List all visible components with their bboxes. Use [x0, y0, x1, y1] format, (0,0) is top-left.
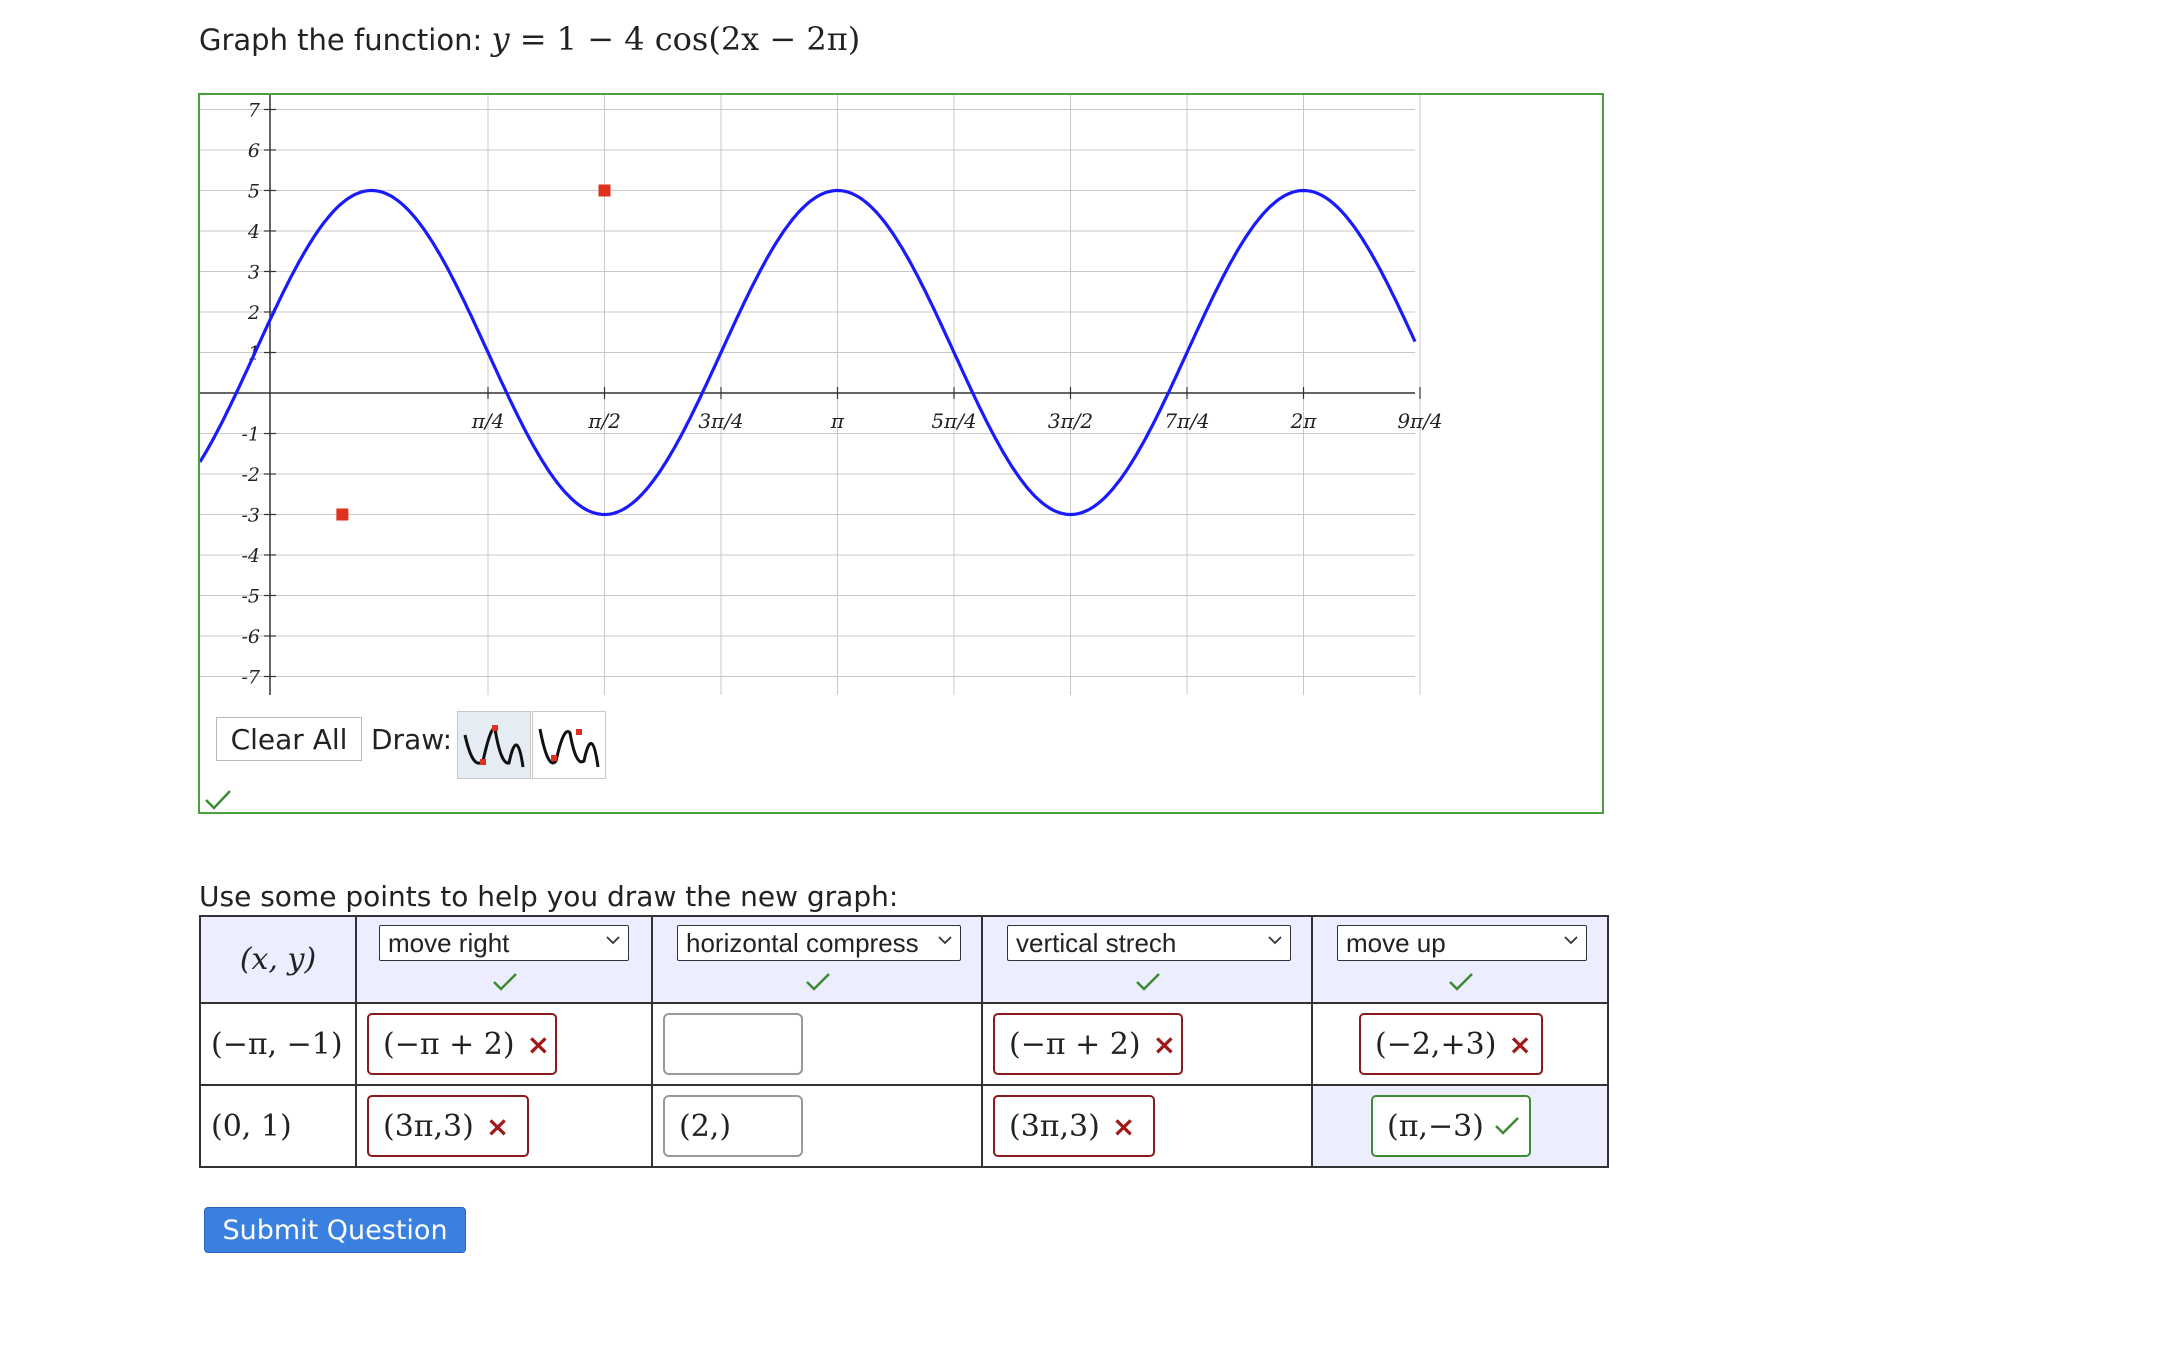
answer-input[interactable]: (2,) — [663, 1095, 803, 1157]
xy-value: (−π, −1) — [211, 1026, 343, 1062]
answer-value: (−2,+3) — [1375, 1026, 1497, 1062]
y-tick-label: -2 — [241, 464, 260, 486]
answer-input[interactable]: (−2,+3) × — [1359, 1013, 1543, 1075]
y-tick-label: -3 — [241, 505, 260, 527]
column-header: move right — [355, 915, 653, 1004]
column-header: move up — [1311, 915, 1609, 1004]
answer-value: (3π,3) — [383, 1108, 474, 1144]
incorrect-x-icon: × — [1508, 1027, 1532, 1061]
transformation-table: (x, y) move right horizontal compress ve… — [199, 915, 1609, 1168]
draw-tool-sine-button[interactable] — [457, 711, 531, 779]
table-row: (0, 1) (3π,3) × (2,) (3π,3) × (π,−3) — [199, 1084, 1609, 1168]
y-tick-label: -6 — [241, 626, 260, 648]
graph-panel: 7 6 5 4 3 2 1 -1 -2 -3 -4 -5 -6 -7 π/4 π/2 3π/4 π 5π/4 3π/2… — [198, 93, 1604, 814]
incorrect-x-icon: × — [485, 1109, 510, 1143]
y-tick-label: -1 — [241, 424, 260, 446]
clear-all-button[interactable]: Clear All — [216, 717, 362, 761]
answer-cell: (π,−3) — [1311, 1084, 1609, 1168]
chevron-down-icon — [606, 936, 620, 945]
equation-rhs: = 1 − 4 cos(2x − 2π) — [519, 20, 861, 58]
column-header: horizontal compress — [651, 915, 983, 1004]
column-header: vertical strech — [981, 915, 1313, 1004]
xy-cell: (0, 1) — [199, 1084, 357, 1168]
answer-input[interactable]: (3π,3) × — [367, 1095, 529, 1157]
problem-statement: Graph the function: y = 1 − 4 cos(2x − 2… — [199, 20, 860, 58]
y-tick-label: -5 — [241, 586, 260, 608]
table-row: (−π, −1) (−π + 2) × (−π + 2) × (−2,+3) × — [199, 1002, 1609, 1086]
transform-select-3[interactable]: vertical strech — [1007, 925, 1291, 961]
x-tick-label: 5π/4 — [931, 409, 976, 433]
answer-cell: (−2,+3) × — [1311, 1002, 1609, 1086]
answer-value: (−π + 2) — [383, 1026, 515, 1062]
answer-value: (3π,3) — [1009, 1108, 1100, 1144]
correct-check-icon — [806, 973, 830, 991]
select-value: vertical strech — [1016, 927, 1177, 958]
answer-input[interactable] — [663, 1013, 803, 1075]
x-tick-label: 3π/2 — [1048, 409, 1093, 433]
answer-value: (2,) — [679, 1108, 732, 1144]
transform-select-2[interactable]: horizontal compress — [677, 925, 961, 961]
draw-label: Draw: — [371, 723, 453, 756]
correct-check-icon — [493, 973, 517, 991]
graph-canvas[interactable]: 7654321-1-2-3-4-5-6-7π/4 π/2 3π/4 π 5π/4 3π/2… — [200, 95, 1604, 814]
x-tick-label: 9π/4 — [1397, 409, 1442, 433]
answer-cell — [651, 1002, 983, 1086]
sine-wave-icon — [463, 725, 525, 768]
answer-input[interactable]: (−π + 2) × — [993, 1013, 1183, 1075]
incorrect-x-icon: × — [1111, 1109, 1136, 1143]
x-tick-label: 3π/4 — [698, 409, 743, 433]
select-value: horizontal compress — [686, 927, 919, 958]
incorrect-x-icon: × — [1152, 1027, 1177, 1061]
select-value: move right — [388, 927, 510, 958]
answer-value: (−π + 2) — [1009, 1026, 1141, 1062]
chevron-down-icon — [938, 936, 952, 945]
graph-correct-check-icon — [204, 789, 232, 815]
correct-check-icon — [1449, 973, 1473, 991]
control-point — [598, 184, 611, 197]
correct-check-icon — [1495, 1117, 1519, 1135]
x-tick-label: 2π — [1290, 409, 1318, 433]
control-point — [336, 508, 349, 521]
x-tick-label: π/4 — [471, 409, 505, 433]
select-value: move up — [1346, 927, 1446, 958]
problem-equation: y = 1 − 4 cos(2x − 2π) — [491, 20, 860, 58]
answer-cell: (−π + 2) × — [355, 1002, 653, 1086]
submit-question-button[interactable]: Submit Question — [204, 1207, 466, 1253]
answer-cell: (2,) — [651, 1084, 983, 1168]
x-tick-label: π/2 — [587, 409, 621, 433]
draw-tool-cosine-button[interactable] — [532, 711, 606, 779]
chevron-down-icon — [1564, 936, 1578, 945]
y-tick-label: 3 — [248, 262, 260, 284]
y-tick-label: -4 — [241, 545, 260, 567]
y-tick-label: 2 — [247, 302, 260, 324]
cosine-wave-icon — [538, 728, 600, 768]
problem-prompt: Graph the function: — [199, 23, 483, 57]
y-tick-label: 7 — [248, 100, 261, 122]
x-tick-label: π — [830, 409, 845, 433]
y-tick-label: 4 — [247, 221, 260, 243]
xy-header: (x, y) — [239, 942, 317, 977]
xy-header-cell: (x, y) — [199, 915, 357, 1004]
points-instruction: Use some points to help you draw the new… — [199, 880, 899, 913]
answer-input[interactable]: (π,−3) — [1371, 1095, 1531, 1157]
answer-input[interactable]: (3π,3) × — [993, 1095, 1155, 1157]
answer-cell: (3π,3) × — [355, 1084, 653, 1168]
chevron-down-icon — [1268, 936, 1282, 945]
equation-lhs: y — [491, 20, 510, 58]
answer-value: (π,−3) — [1387, 1108, 1484, 1144]
table-header-row: (x, y) move right horizontal compress ve… — [199, 915, 1609, 1004]
incorrect-x-icon: × — [526, 1027, 551, 1061]
y-tick-label: 5 — [248, 181, 260, 203]
answer-cell: (−π + 2) × — [981, 1002, 1313, 1086]
answer-cell: (3π,3) × — [981, 1084, 1313, 1168]
transform-select-4[interactable]: move up — [1337, 925, 1587, 961]
y-tick-label: -7 — [241, 667, 260, 689]
xy-value: (0, 1) — [211, 1108, 292, 1144]
transform-select-1[interactable]: move right — [379, 925, 629, 961]
x-tick-label: 7π/4 — [1164, 409, 1209, 433]
xy-cell: (−π, −1) — [199, 1002, 357, 1086]
y-tick-label: 6 — [248, 140, 260, 162]
answer-input[interactable]: (−π + 2) × — [367, 1013, 557, 1075]
correct-check-icon — [1136, 973, 1160, 991]
